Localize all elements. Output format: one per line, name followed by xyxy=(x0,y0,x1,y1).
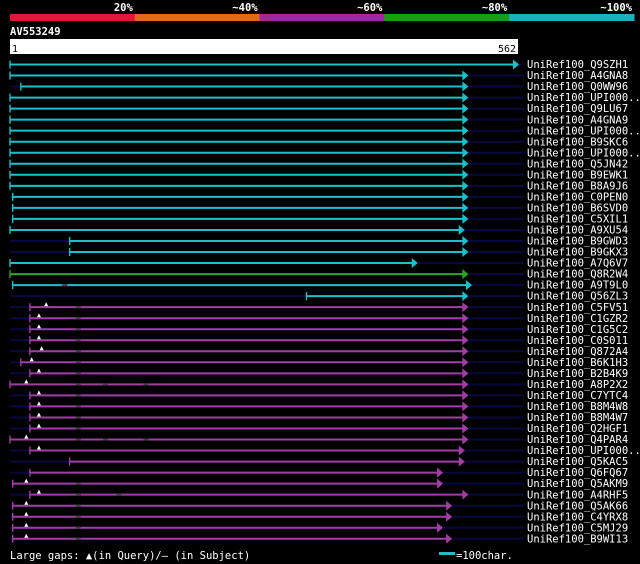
legend-segment xyxy=(259,14,385,21)
query-gap-marker xyxy=(44,302,49,307)
query-gap-marker xyxy=(24,522,29,527)
query-gap-marker xyxy=(24,478,29,483)
hit-end-arrow xyxy=(462,180,469,191)
query-gap-marker xyxy=(36,401,41,406)
query-gap-marker xyxy=(36,313,41,318)
hit-end-arrow xyxy=(458,445,465,456)
hit-end-arrow xyxy=(437,467,444,478)
hit-end-arrow xyxy=(462,357,469,368)
legend-label: ~40% xyxy=(232,2,258,14)
query-gap-marker xyxy=(29,357,34,362)
query-gap-marker xyxy=(36,324,41,329)
hit-end-arrow xyxy=(462,158,469,169)
query-gap-marker xyxy=(24,500,29,505)
hit-end-arrow xyxy=(462,346,469,357)
hit-end-arrow xyxy=(462,313,469,324)
query-gap-marker xyxy=(36,390,41,395)
legend-segment xyxy=(384,14,510,21)
hit-end-arrow xyxy=(462,401,469,412)
hit-end-arrow xyxy=(462,169,469,180)
hit-end-arrow xyxy=(462,81,469,92)
query-name: AV553249 xyxy=(10,26,61,38)
query-gap-marker xyxy=(24,511,29,516)
identity-color-legend: 20% ~40% ~60% ~80% ~100% xyxy=(10,2,635,21)
hit-end-arrow xyxy=(462,103,469,114)
scale-legend: =100char. xyxy=(456,550,513,562)
hit-end-arrow xyxy=(513,59,519,70)
legend-label: ~60% xyxy=(357,2,383,14)
query-gap-marker xyxy=(36,489,41,494)
hit-end-arrow xyxy=(462,412,469,423)
hit-end-arrow xyxy=(446,511,453,522)
hit-label[interactable]: UniRef100_B9WI13 xyxy=(527,533,628,545)
hit-end-arrow xyxy=(446,500,453,511)
hit-end-arrow xyxy=(462,269,469,280)
query-gap-marker xyxy=(24,434,29,439)
hit-end-arrow xyxy=(462,423,469,434)
hit-end-arrow xyxy=(462,324,469,335)
hit-end-arrow xyxy=(462,368,469,379)
gap-legend: Large gaps: ▲(in Query)/– (in Subject) xyxy=(10,550,250,562)
hit-end-arrow xyxy=(458,224,465,235)
hit-end-arrow xyxy=(462,379,469,390)
hit-end-arrow xyxy=(437,522,444,533)
alignment-overview: 20% ~40% ~60% ~80% ~100% AV553249 1 562 UniR… xyxy=(0,0,640,564)
query-gap-marker xyxy=(36,335,41,340)
hit-end-arrow xyxy=(462,489,469,500)
hit-end-arrow xyxy=(462,147,469,158)
hit-end-arrow xyxy=(462,335,469,346)
hit-end-arrow xyxy=(465,280,472,291)
query-gap-marker xyxy=(36,423,41,428)
hit-end-arrow xyxy=(462,247,469,258)
hit-end-arrow xyxy=(437,478,444,489)
legend-segment xyxy=(509,14,635,21)
hit-end-arrow xyxy=(462,191,469,202)
query-bar xyxy=(10,43,518,54)
hit-row[interactable]: UniRef100_B9WI13 xyxy=(10,533,628,545)
hit-end-arrow xyxy=(462,70,469,81)
hit-end-arrow xyxy=(462,213,469,224)
scale-swatch xyxy=(439,552,455,555)
hit-end-arrow xyxy=(462,92,469,103)
query-start: 1 xyxy=(12,44,18,55)
hit-end-arrow xyxy=(462,136,469,147)
query-end: 562 xyxy=(498,44,516,55)
legend-label: 20% xyxy=(114,2,134,14)
hit-end-arrow xyxy=(458,456,465,467)
query-gap-marker xyxy=(36,445,41,450)
query-gap-marker xyxy=(24,533,29,538)
legend-label: ~80% xyxy=(482,2,508,14)
hit-end-arrow xyxy=(462,114,469,125)
query-gap-marker xyxy=(39,346,44,351)
hit-end-arrow xyxy=(462,302,469,313)
query-gap-marker xyxy=(36,368,41,373)
query-ruler: AV553249 1 562 xyxy=(10,26,518,55)
hit-end-arrow xyxy=(462,291,469,302)
query-gap-marker xyxy=(36,412,41,417)
hit-end-arrow xyxy=(411,258,418,269)
alignment-graphic: 20% ~40% ~60% ~80% ~100% AV553249 1 562 UniR… xyxy=(9,2,640,562)
hit-end-arrow xyxy=(462,390,469,401)
legend-label: ~100% xyxy=(600,2,632,14)
hit-list: UniRef100_Q9SZH1UniRef100_A4GNA8UniRef10… xyxy=(9,59,640,545)
hit-end-arrow xyxy=(462,235,469,246)
legend-segment xyxy=(134,14,261,21)
hit-end-arrow xyxy=(462,434,469,445)
query-gap-marker xyxy=(24,379,29,384)
hit-end-arrow xyxy=(462,202,469,213)
footer: Large gaps: ▲(in Query)/– (in Subject) =… xyxy=(10,550,513,562)
legend-segment xyxy=(10,14,136,21)
hit-end-arrow xyxy=(462,125,469,136)
query-top-line xyxy=(10,39,518,43)
hit-end-arrow xyxy=(446,533,453,544)
